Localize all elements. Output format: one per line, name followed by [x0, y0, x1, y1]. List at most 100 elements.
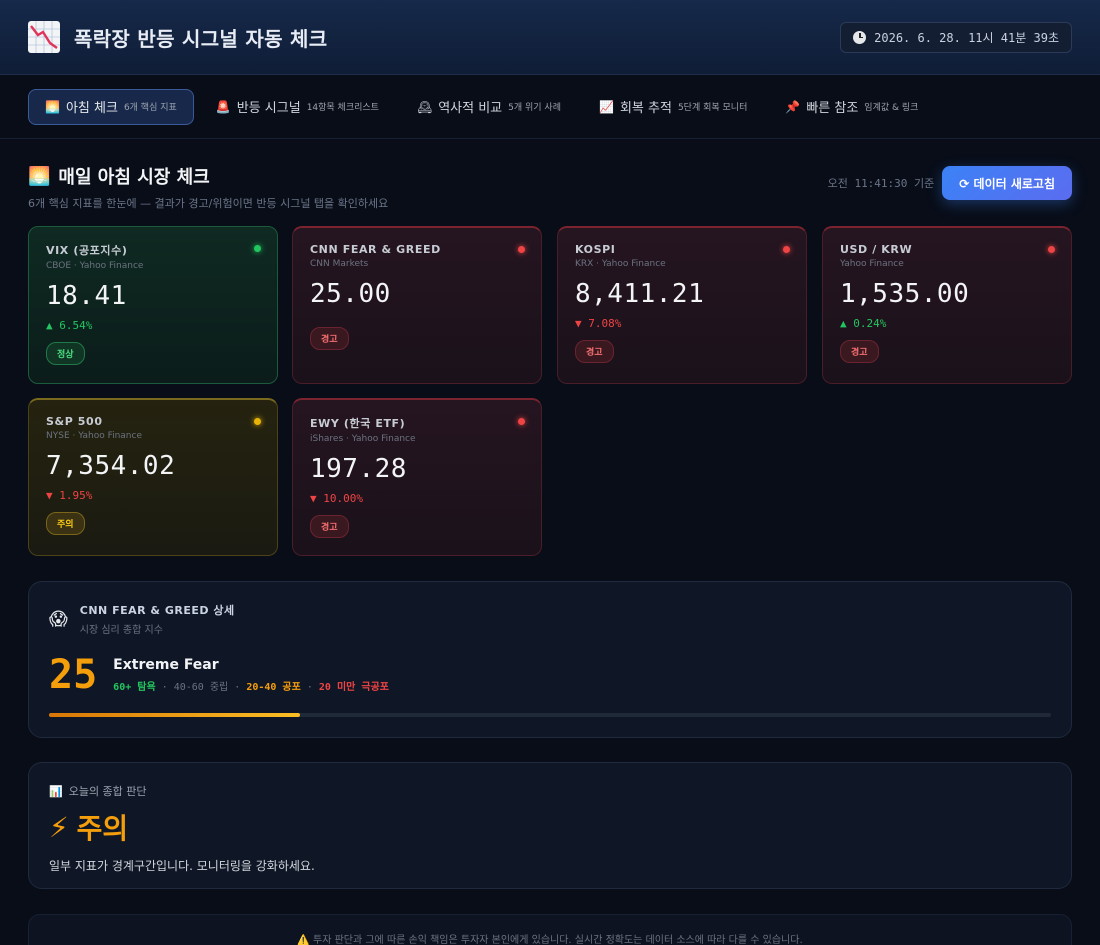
data-timestamp: 오전 11:41:30 기준 [827, 177, 935, 190]
card-change: ▼ 1.95% [46, 489, 93, 502]
status-dot-icon [518, 418, 525, 425]
verdict-description: 일부 지표가 경계구간입니다. 모니터링을 강화하세요. [49, 859, 315, 873]
verdict-heading-text: 오늘의 종합 판단 [68, 785, 147, 798]
header-branding: 폭락장 반등 시그널 자동 체크 [28, 21, 327, 53]
pushpin-icon: 📌 [785, 99, 801, 114]
card-source: iShares · Yahoo Finance [310, 434, 416, 444]
card-source: Yahoo Finance [840, 259, 904, 269]
sunrise-icon: 🌅 [45, 99, 60, 114]
tab-sub: 임계값 & 링크 [864, 103, 919, 113]
verdict-result: ⚡ 주의 [49, 807, 1051, 847]
clock-text: 2026. 6. 28. 11시 41분 39초 [874, 30, 1059, 45]
card-change: ▼ 7.08% [575, 317, 622, 330]
tab-sub: 5개 위기 사례 [508, 103, 561, 113]
card-value: 7,354.02 [46, 451, 176, 481]
tab-bar: 🌅 아침 체크 6개 핵심 지표 🚨 반등 시그널 14항목 체크리스트 🕰 역… [0, 75, 1100, 139]
legend-extreme-fear: 20 미만 극공포 [318, 682, 389, 693]
fear-greed-progress-track [49, 713, 1051, 717]
section-header: 🌅 매일 아침 시장 체크 6개 핵심 지표를 한눈에 — 결과가 경고/위험이… [28, 163, 1072, 210]
card-source: NYSE · Yahoo Finance [46, 431, 142, 441]
card-title: USD / KRW [840, 243, 913, 256]
verdict-heading: 📊 오늘의 종합 판단 [49, 783, 1051, 799]
tab-sub: 5단계 회복 모니터 [677, 103, 748, 113]
refresh-area: 오전 11:41:30 기준 ⟳ 데이터 새로고침 [828, 166, 1072, 200]
card-title: KOSPI [575, 243, 616, 256]
legend-fear: 20-40 공포 [246, 682, 301, 693]
card-title: CNN FEAR & GREED [310, 243, 441, 256]
tab-quick-reference[interactable]: 📌 빠른 참조 임계값 & 링크 [769, 89, 934, 125]
status-badge: 경고 [310, 515, 349, 538]
siren-icon: 🚨 [215, 99, 231, 114]
status-badge: 경고 [575, 340, 614, 363]
legend-greed: 60+ 탐욕 [113, 682, 156, 693]
card-value: 8,411.21 [575, 279, 705, 309]
status-dot-icon [1048, 246, 1055, 253]
legend-neutral: · 40-60 중립 · [155, 682, 247, 693]
fear-greed-title: CNN FEAR & GREED 상세 [79, 604, 235, 617]
status-dot-icon [518, 246, 525, 253]
tab-morning-check[interactable]: 🌅 아침 체크 6개 핵심 지표 [28, 88, 194, 125]
tab-sub: 6개 핵심 지표 [123, 103, 177, 113]
fear-greed-progress-fill [49, 713, 300, 717]
screaming-face-icon: 😱 [49, 608, 68, 630]
disclaimer: ⚠️ 투자 판단과 그에 따른 손익 책임은 투자자 본인에게 있습니다. 실시… [28, 914, 1072, 945]
indicator-card-sp500[interactable]: S&P 500 NYSE · Yahoo Finance 7,354.02 ▼ … [28, 398, 278, 556]
card-value: 18.41 [46, 281, 127, 311]
tab-label: 반등 시그널 [236, 101, 301, 116]
tab-rebound-signal[interactable]: 🚨 반등 시그널 14항목 체크리스트 [200, 89, 395, 125]
fear-greed-detail-panel: 😱 CNN FEAR & GREED 상세 시장 심리 종합 지수 25 Ext… [28, 581, 1072, 738]
status-badge: 정상 [46, 342, 85, 365]
legend-separator: · [300, 682, 319, 693]
status-badge: 경고 [310, 327, 349, 350]
live-clock: 2026. 6. 28. 11시 41분 39초 [840, 21, 1072, 53]
verdict-result-text: 주의 [76, 812, 129, 845]
card-change: ▼ 10.00% [310, 492, 363, 505]
indicator-card-usd-krw[interactable]: USD / KRW Yahoo Finance 1,535.00 ▲ 0.24%… [822, 226, 1072, 384]
tab-sub: 14항목 체크리스트 [306, 103, 379, 113]
chart-decreasing-icon [28, 21, 60, 53]
card-source: KRX · Yahoo Finance [575, 259, 666, 269]
sunrise-icon: 🌅 [28, 165, 51, 187]
indicator-card-ewy[interactable]: EWY (한국 ETF) iShares · Yahoo Finance 197… [292, 398, 542, 556]
card-change: ▲ 0.24% [840, 317, 887, 330]
indicator-card-vix[interactable]: VIX (공포지수) CBOE · Yahoo Finance 18.41 ▲ … [28, 226, 278, 384]
app-header: 폭락장 반등 시그널 자동 체크 2026. 6. 28. 11시 41분 39… [0, 0, 1100, 75]
card-change: ▲ 6.54% [46, 319, 93, 332]
card-title: S&P 500 [46, 415, 103, 428]
fear-greed-subtitle: 시장 심리 종합 지수 [79, 625, 163, 636]
indicator-card-cnn-fear-greed[interactable]: CNN FEAR & GREED CNN Markets 25.00 경고 [292, 226, 542, 384]
card-value: 1,535.00 [840, 279, 970, 309]
tab-label: 아침 체크 [65, 101, 118, 116]
lightning-icon: ⚡ [49, 810, 69, 844]
fear-greed-header: 😱 CNN FEAR & GREED 상세 시장 심리 종합 지수 [49, 602, 1051, 636]
fear-greed-legend: 60+ 탐욕 · 40-60 중립 · 20-40 공포 · 20 미만 극공포 [113, 678, 389, 693]
indicator-card-kospi[interactable]: KOSPI KRX · Yahoo Finance 8,411.21 ▼ 7.0… [557, 226, 807, 384]
section-title-text: 매일 아침 시장 체크 [58, 167, 210, 188]
tab-recovery-tracking[interactable]: 📈 회복 추적 5단계 회복 모니터 [583, 89, 763, 125]
clock-icon: 🕰 [416, 99, 433, 114]
clock-icon [853, 30, 867, 44]
app-title: 폭락장 반등 시그널 자동 체크 [74, 26, 328, 51]
tab-historical-compare[interactable]: 🕰 역사적 비교 5개 위기 사례 [401, 89, 577, 125]
tab-label: 회복 추적 [619, 101, 672, 116]
card-value: 197.28 [310, 454, 407, 484]
card-value: 25.00 [310, 279, 391, 309]
card-title: EWY (한국 ETF) [310, 417, 406, 430]
tab-label: 역사적 비교 [438, 101, 503, 116]
daily-verdict-panel: 📊 오늘의 종합 판단 ⚡ 주의 일부 지표가 경계구간입니다. 모니터링을 강… [28, 762, 1072, 889]
tab-label: 빠른 참조 [806, 101, 859, 116]
fear-greed-body: 25 Extreme Fear 60+ 탐욕 · 40-60 중립 · 20-4… [49, 652, 1051, 698]
refresh-data-button[interactable]: ⟳ 데이터 새로고침 [942, 166, 1072, 200]
status-dot-icon [783, 246, 790, 253]
status-badge: 경고 [840, 340, 879, 363]
status-dot-icon [254, 245, 261, 252]
status-badge: 주의 [46, 512, 85, 535]
card-title: VIX (공포지수) [46, 244, 128, 257]
fear-greed-label: Extreme Fear [113, 657, 219, 673]
status-dot-icon [254, 418, 261, 425]
fear-greed-score: 25 [49, 652, 98, 698]
chart-increasing-icon: 📈 [599, 99, 614, 114]
card-source: CBOE · Yahoo Finance [46, 261, 144, 271]
card-source: CNN Markets [310, 259, 369, 269]
bar-chart-icon: 📊 [49, 784, 63, 798]
